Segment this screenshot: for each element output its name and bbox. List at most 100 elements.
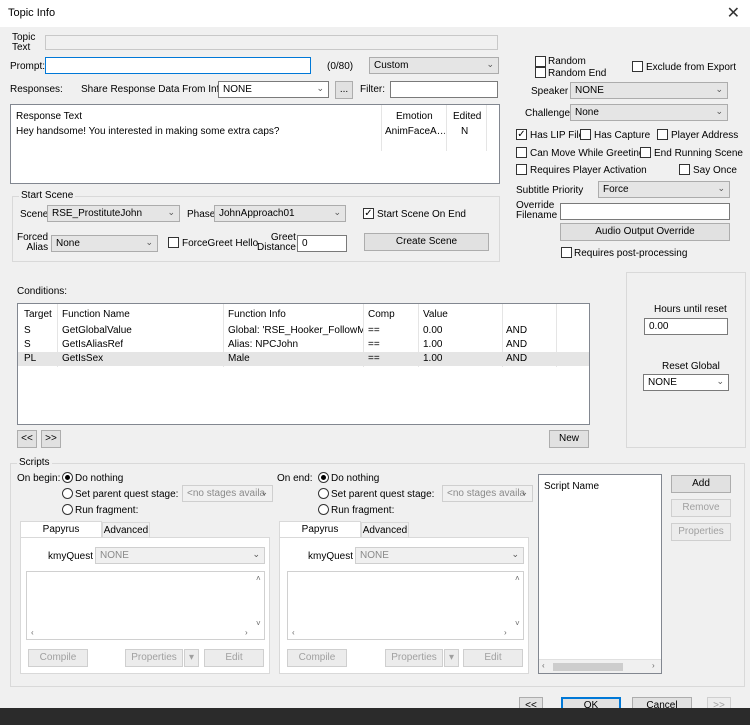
tab-advanced-begin[interactable]: Advanced: [102, 522, 150, 538]
value-header[interactable]: Value: [423, 309, 448, 320]
conditions-label: Conditions:: [17, 286, 68, 297]
exclude-export-checkbox[interactable]: [632, 61, 643, 72]
fragment-text-end[interactable]: ˄ ˅ ‹ ›: [287, 571, 524, 640]
fragment-text-begin[interactable]: ˄ ˅ ‹ ›: [26, 571, 265, 640]
table-row[interactable]: S GetGlobalValue Global: 'RSE_Hooker_Fol…: [18, 324, 589, 338]
condition-new-button[interactable]: New: [549, 430, 589, 448]
audio-output-override-button[interactable]: Audio Output Override: [560, 223, 730, 241]
end-set-stage-radio[interactable]: [318, 488, 329, 499]
end-do-nothing-radio[interactable]: [318, 472, 329, 483]
properties-dropdown-begin[interactable]: ▾: [184, 649, 199, 667]
tab-advanced-end[interactable]: Advanced: [361, 522, 409, 538]
post-processing-checkbox[interactable]: [561, 247, 572, 258]
edit-button-end[interactable]: Edit: [463, 649, 523, 667]
say-once-checkbox[interactable]: [679, 164, 690, 175]
phase-select[interactable]: JohnApproach01 ⌄: [214, 205, 346, 222]
kmyquest-select-end[interactable]: NONE ⌄: [355, 547, 524, 564]
scroll-down-icon: ˅: [256, 619, 261, 628]
hours-until-reset-input[interactable]: 0.00: [644, 318, 728, 335]
remove-script-button[interactable]: Remove: [671, 499, 731, 517]
random-label: Random: [548, 56, 586, 67]
end-stage-select[interactable]: <no stages availa ⌄: [442, 485, 533, 502]
begin-stage-select[interactable]: <no stages availa ⌄: [182, 485, 273, 502]
kmyquest-label-begin: kmyQuest: [48, 551, 94, 562]
create-scene-button[interactable]: Create Scene: [364, 233, 489, 251]
prompt-input[interactable]: [45, 57, 311, 74]
compile-button-begin[interactable]: Compile: [28, 649, 88, 667]
scene-select[interactable]: RSE_ProstituteJohn ⌄: [47, 205, 180, 222]
kmyquest-label-end: kmyQuest: [308, 551, 354, 562]
function-name-header[interactable]: Function Name: [62, 309, 130, 320]
forced-alias-select[interactable]: None ⌄: [51, 235, 158, 252]
chevron-down-icon: ⌄: [511, 549, 519, 559]
has-lip-checkbox[interactable]: ✓: [516, 129, 527, 140]
script-list-hscrollbar[interactable]: ‹ ›: [539, 659, 661, 673]
script-properties-button[interactable]: Properties: [671, 523, 731, 541]
prompt-type-select[interactable]: Custom ⌄: [369, 57, 499, 74]
override-filename-input[interactable]: [560, 203, 730, 220]
share-response-browse-button[interactable]: ...: [335, 81, 353, 99]
end-running-checkbox[interactable]: [640, 147, 651, 158]
greet-distance-input[interactable]: 0: [297, 235, 347, 252]
conditions-list[interactable]: Target Function Name Function Info Comp …: [17, 303, 590, 425]
requires-activation-checkbox[interactable]: [516, 164, 527, 175]
on-begin-label: On begin:: [17, 473, 61, 484]
response-list[interactable]: Response Text Emotion Edited Hey handsom…: [10, 104, 500, 184]
filter-input[interactable]: [390, 81, 498, 98]
begin-do-nothing-radio[interactable]: [62, 472, 73, 483]
share-response-select[interactable]: NONE ⌄: [218, 81, 329, 98]
table-row[interactable]: S GetIsAliasRef Alias: NPCJohn == 1.00 A…: [18, 338, 589, 352]
function-info-header[interactable]: Function Info: [228, 309, 286, 320]
response-text-header[interactable]: Response Text: [16, 111, 82, 122]
scripts-title: Scripts: [17, 457, 52, 468]
phase-label: Phase: [187, 209, 216, 220]
script-name-header[interactable]: Script Name: [544, 481, 599, 492]
has-capture-checkbox[interactable]: [580, 129, 591, 140]
has-lip-label: Has LIP File: [530, 130, 585, 141]
table-row[interactable]: PL GetIsSex Male == 1.00 AND: [18, 352, 589, 366]
conditions-next-button[interactable]: >>: [41, 430, 61, 448]
scroll-up-icon: ˄: [256, 574, 261, 583]
force-greet-checkbox[interactable]: [168, 237, 179, 248]
table-row[interactable]: Hey handsome! You interested in making s…: [11, 125, 499, 139]
end-run-fragment-label: Run fragment:: [331, 505, 395, 516]
begin-run-fragment-radio[interactable]: [62, 504, 73, 515]
topic-text-field[interactable]: [45, 35, 498, 50]
tab-papyrus-fragment-end[interactable]: Papyrus Fragment: [279, 521, 361, 550]
subtitle-priority-select[interactable]: Force ⌄: [598, 181, 730, 198]
start-scene-title: Start Scene: [19, 190, 76, 201]
comp-header[interactable]: Comp: [368, 309, 395, 320]
can-move-checkbox[interactable]: [516, 147, 527, 158]
begin-set-stage-radio[interactable]: [62, 488, 73, 499]
edit-button-begin[interactable]: Edit: [204, 649, 264, 667]
chevron-down-icon: ⌄: [715, 84, 723, 94]
start-scene-on-end-checkbox[interactable]: ✓: [363, 208, 374, 219]
random-end-checkbox[interactable]: [535, 67, 546, 78]
conditions-prev-button[interactable]: <<: [17, 430, 37, 448]
emotion-header[interactable]: Emotion: [396, 111, 433, 122]
kmyquest-select-begin[interactable]: NONE ⌄: [95, 547, 265, 564]
close-icon[interactable]: ✕: [727, 3, 740, 23]
properties-dropdown-end[interactable]: ▾: [444, 649, 459, 667]
properties-button-begin[interactable]: Properties: [125, 649, 183, 667]
random-checkbox[interactable]: [535, 56, 546, 67]
add-script-button[interactable]: Add: [671, 475, 731, 493]
player-address-checkbox[interactable]: [657, 129, 668, 140]
prompt-char-count: (0/80): [327, 61, 354, 72]
chevron-down-icon: ▾: [448, 652, 455, 663]
speaker-select[interactable]: NONE ⌄: [570, 82, 728, 99]
scroll-right-icon: ›: [652, 661, 655, 670]
compile-button-end[interactable]: Compile: [287, 649, 347, 667]
edited-header[interactable]: Edited: [453, 111, 481, 122]
tab-papyrus-fragment-begin[interactable]: Papyrus Fragment: [20, 521, 102, 550]
properties-button-end[interactable]: Properties: [385, 649, 443, 667]
reset-global-label: Reset Global: [662, 361, 720, 372]
reset-global-select[interactable]: NONE ⌄: [643, 374, 729, 391]
challenge-select[interactable]: None ⌄: [570, 104, 728, 121]
chevron-down-icon: ⌄: [333, 207, 341, 217]
script-name-list[interactable]: Script Name ‹ ›: [538, 474, 662, 674]
title-bar: Topic Info ✕: [0, 0, 750, 27]
chevron-down-icon: ⌄: [715, 106, 723, 116]
end-run-fragment-radio[interactable]: [318, 504, 329, 515]
target-header[interactable]: Target: [24, 309, 52, 320]
